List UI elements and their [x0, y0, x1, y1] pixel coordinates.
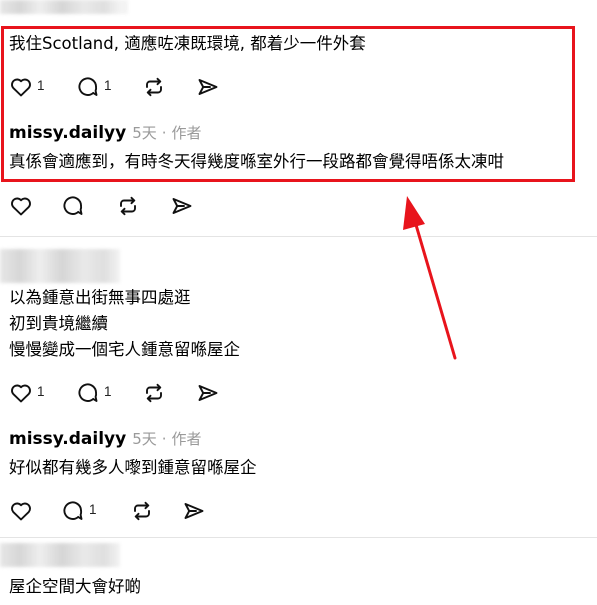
repost-icon	[134, 501, 150, 521]
author-badge: 作者	[171, 430, 202, 448]
repost-button[interactable]	[142, 381, 166, 405]
author-row: missy.dailyy 5天 · 作者	[9, 428, 202, 449]
author-row: missy.dailyy 5天 · 作者	[9, 122, 202, 143]
post-time: 5天	[132, 430, 157, 448]
comment-text: 屋企空間大會好啲	[9, 577, 141, 596]
comment-text: 真係會適應到，有時冬天得幾度喺室外行一段路都會覺得唔係太凍咁	[9, 152, 504, 171]
comment-actions: 1 1	[9, 75, 229, 99]
author-name[interactable]: missy.dailyy	[9, 123, 126, 143]
share-button[interactable]	[170, 194, 194, 218]
comment-actions: 1 1	[9, 381, 229, 405]
like-count: 1	[37, 78, 45, 93]
author-separator: ·	[161, 124, 167, 142]
share-icon	[198, 385, 218, 401]
like-button[interactable]: 1	[9, 75, 49, 99]
comment-icon	[78, 383, 98, 402]
author-badge: 作者	[171, 124, 202, 142]
reply-button[interactable]: 1	[76, 75, 116, 99]
repost-icon	[120, 196, 136, 216]
comment-icon	[78, 77, 98, 96]
author-name[interactable]: missy.dailyy	[9, 429, 126, 449]
comment-icon	[63, 501, 83, 520]
comment-thread: 我住Scotland, 適應咗凍既環境, 都着少一件外套 1 1 missy.d…	[0, 0, 597, 605]
reply-button[interactable]: 1	[76, 381, 116, 405]
post-time: 5天	[132, 124, 157, 142]
share-icon	[198, 79, 218, 95]
comment-actions	[9, 194, 229, 218]
share-button[interactable]	[182, 499, 206, 523]
reply-button[interactable]: 1	[61, 499, 101, 523]
repost-button[interactable]	[142, 75, 166, 99]
heart-icon	[11, 384, 31, 403]
author-separator: ·	[161, 430, 167, 448]
share-icon	[184, 503, 204, 519]
like-count: 1	[37, 384, 45, 399]
reply-count: 1	[104, 384, 112, 399]
avatar-blurred	[0, 0, 128, 14]
like-button[interactable]: 1	[9, 381, 49, 405]
avatar-blurred	[0, 543, 120, 567]
share-button[interactable]	[196, 75, 220, 99]
heart-icon	[11, 197, 31, 216]
reply-count: 1	[89, 502, 97, 517]
comment-actions: 1	[9, 499, 229, 523]
repost-button[interactable]	[116, 194, 140, 218]
divider	[0, 537, 597, 538]
like-button[interactable]	[9, 499, 33, 523]
share-button[interactable]	[196, 381, 220, 405]
reply-button[interactable]	[61, 194, 85, 218]
comment-text: 好似都有幾多人嚟到鍾意留喺屋企	[9, 458, 257, 477]
comment-icon	[63, 196, 83, 215]
comment-text-line: 以為鍾意出街無事四處逛	[9, 288, 191, 307]
repost-icon	[146, 77, 162, 97]
divider	[0, 236, 597, 237]
repost-icon	[146, 383, 162, 403]
reply-count: 1	[104, 78, 112, 93]
share-icon	[172, 198, 192, 214]
heart-icon	[11, 78, 31, 97]
comment-text: 我住Scotland, 適應咗凍既環境, 都着少一件外套	[9, 34, 366, 53]
avatar-blurred	[0, 249, 120, 283]
like-button[interactable]	[9, 194, 33, 218]
comment-text-line: 慢慢變成一個宅人鍾意留喺屋企	[9, 340, 240, 359]
heart-icon	[11, 502, 31, 521]
comment-text-line: 初到貴境繼續	[9, 314, 108, 333]
repost-button[interactable]	[130, 499, 154, 523]
